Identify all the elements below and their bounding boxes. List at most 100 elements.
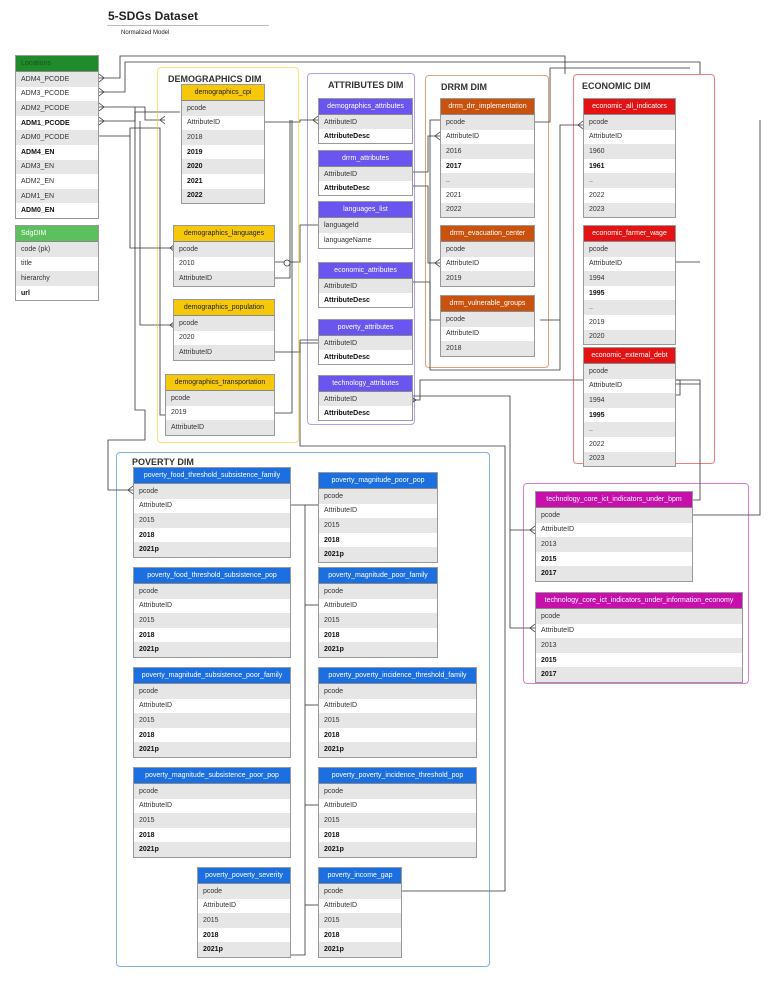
entity-field: pcode: [134, 584, 290, 599]
entity-field: AttributeID: [541, 627, 575, 635]
entity-attr_pov[interactable]: poverty_attributes AttributeID AttributeDe…: [318, 319, 413, 365]
entity-pov_inc_fam[interactable]: poverty_poverty_incidence_threshold_fami…: [318, 667, 477, 758]
entity-field: AttributeID: [319, 115, 412, 129]
entity-field: 1961: [589, 162, 605, 170]
entity-field: 2019: [171, 409, 187, 417]
entity-title: languages_list: [319, 202, 412, 218]
entity-field: 2015: [541, 656, 557, 664]
entity-field: 2018: [139, 531, 155, 539]
entity-title: economic_all_indicators: [584, 99, 675, 115]
entity-field: 2021: [446, 191, 462, 199]
entity-econ_debt[interactable]: economic_external_debt pcode AttributeID 19…: [583, 347, 676, 468]
entity-field: 2018: [139, 731, 155, 739]
entity-field: AttributeDesc: [324, 132, 370, 140]
entity-field: 2022: [589, 440, 605, 448]
entity-field: 2015: [134, 613, 290, 628]
entity-field: 2018: [324, 631, 340, 639]
entity-title: poverty_poverty_severity: [198, 868, 290, 884]
entity-field: 2018: [139, 831, 155, 839]
entity-field: 2013: [536, 537, 692, 552]
entity-field: 2021p: [319, 842, 476, 857]
entity-field: ..: [584, 173, 675, 188]
entity-drrm_vuln[interactable]: drrm_vulnerable_groups pcode AttributeID 20…: [440, 295, 535, 357]
entity-field: languageName: [324, 237, 372, 244]
entity-field: ..: [584, 300, 675, 315]
entity-title: economic_farmer_wage: [584, 226, 675, 242]
entity-pov_mag_poor_pop[interactable]: poverty_magnitude_poor_pop pcode Attribute…: [318, 472, 438, 563]
entity-field: AttributeDesc: [324, 184, 370, 192]
entity-field: 2015: [319, 613, 437, 628]
entity-field: 2019: [589, 318, 605, 326]
entity-field: 1994: [584, 393, 675, 408]
entity-pov_gap[interactable]: poverty_income_gap pcode AttributeID 2015 20…: [318, 867, 402, 958]
entity-field: AttributeID: [324, 802, 358, 810]
entity-pov_mag_sub_pop[interactable]: poverty_magnitude_subsistence_poor_pop pc…: [133, 767, 291, 858]
entity-title: poverty_attributes: [319, 320, 412, 336]
entity-title: drrm_evacuation_center: [441, 226, 534, 242]
diagram-title: 5-SDGs Dataset: [108, 9, 199, 23]
entity-field: AttributeID: [174, 271, 274, 286]
entity-field: ADM2_PCODE: [16, 101, 98, 116]
entity-field: AttributeID: [174, 345, 274, 360]
entity-demo_lang[interactable]: demographics_languages pcode 2010 Attribute…: [173, 225, 275, 287]
entity-pov_mag_poor_fam[interactable]: poverty_magnitude_poor_family pcode Attrib…: [318, 567, 438, 658]
entity-field: 2019: [441, 271, 534, 286]
entity-field: pcode: [319, 684, 476, 699]
entity-field: pcode: [441, 312, 534, 327]
entity-title: technology_attributes: [319, 376, 412, 392]
entity-attr_drrm[interactable]: drrm_attributes AttributeID AttributeDesc: [318, 150, 413, 196]
entity-econ_all[interactable]: economic_all_indicators pcode AttributeID 1…: [583, 98, 676, 219]
entity-field: 2019: [187, 148, 203, 156]
entity-field: 2022: [441, 202, 534, 218]
entity-field: 2017: [536, 566, 692, 581]
entity-field: 1995: [589, 411, 605, 419]
entity-field: 2018: [324, 731, 340, 739]
entity-field: pcode: [174, 316, 274, 331]
entity-tech_info[interactable]: technology_core_ict_indicators_under_inf…: [535, 592, 743, 683]
entity-demo_cpi[interactable]: demographics_cpi pcode AttributeID 2018 2019…: [181, 84, 265, 205]
entity-field: AttributeDesc: [324, 409, 370, 417]
entity-attr_demo[interactable]: demographics_attributes AttributeID Attrib…: [318, 98, 413, 144]
entity-pov_food_pop[interactable]: poverty_food_threshold_subsistence_pop pc…: [133, 567, 291, 658]
entity-attr_tech[interactable]: technology_attributes AttributeID Attribut…: [318, 375, 413, 421]
entity-demo_trans[interactable]: demographics_transportation pcode 2019 Attr…: [165, 374, 275, 436]
entity-field: pcode: [319, 584, 437, 599]
entity-pov_inc_pop[interactable]: poverty_poverty_incidence_threshold_pop p…: [318, 767, 477, 858]
entity-title: technology_core_ict_indicators_under_bpm: [536, 492, 692, 508]
entity-field: AttributeID: [139, 802, 173, 810]
entity-title: poverty_food_threshold_subsistence_famil…: [134, 468, 290, 484]
entity-tech_bpm[interactable]: technology_core_ict_indicators_under_bpm…: [535, 491, 693, 582]
entity-econ_wage[interactable]: economic_farmer_wage pcode AttributeID 1994…: [583, 225, 676, 346]
entity-field: pcode: [134, 684, 290, 699]
entity-field: ADM0_EN: [21, 207, 55, 215]
entity-attr_lang[interactable]: languages_list languageId languageName: [318, 201, 413, 249]
entity-field: 2021p: [134, 842, 290, 857]
entity-field: 2015: [319, 518, 437, 533]
entity-pov_sev[interactable]: poverty_poverty_severity pcode AttributeID…: [197, 867, 291, 958]
entity-field: 1960: [584, 144, 675, 159]
entity-demo_pop[interactable]: demographics_population pcode 2020 Attribut…: [173, 299, 275, 361]
entity-title: demographics_languages: [174, 226, 274, 242]
entity-locations[interactable]: Locations ADM4_PCODE ADM3_PCODE ADM2_PCODE A…: [15, 55, 99, 219]
entity-drrm_impl[interactable]: drrm_drr_implementation pcode AttributeID 2…: [440, 98, 535, 219]
entity-title: poverty_magnitude_subsistence_poor_pop: [134, 768, 290, 784]
entity-field: 2015: [134, 513, 290, 528]
entity-field: AttributeID: [166, 420, 274, 435]
entity-attr_econ[interactable]: economic_attributes AttributeID AttributeD…: [318, 262, 413, 308]
entity-pov_mag_sub_fam[interactable]: poverty_magnitude_subsistence_poor_famil…: [133, 667, 291, 758]
entity-field: pcode: [319, 784, 476, 799]
entity-field: 1995: [589, 289, 605, 297]
entity-field: ADM3_EN: [16, 159, 98, 175]
entity-field: AttributeID: [319, 167, 412, 181]
entity-field: 2010: [179, 260, 195, 268]
entity-field: pcode: [174, 242, 274, 257]
entity-sdgdim[interactable]: SdgDIM code (pk) title hierarchy url: [15, 225, 99, 302]
entity-pov_food_fam[interactable]: poverty_food_threshold_subsistence_famil…: [133, 467, 291, 558]
entity-drrm_evac[interactable]: drrm_evacuation_center pcode AttributeID 20…: [440, 225, 535, 287]
entity-field: 2021p: [134, 742, 290, 757]
entity-field: pcode: [319, 884, 401, 899]
group-label-economic: ECONOMIC DIM: [582, 81, 651, 91]
entity-field: title: [21, 260, 32, 268]
entity-field: 2021p: [319, 942, 401, 957]
entity-field: AttributeID: [589, 133, 623, 141]
